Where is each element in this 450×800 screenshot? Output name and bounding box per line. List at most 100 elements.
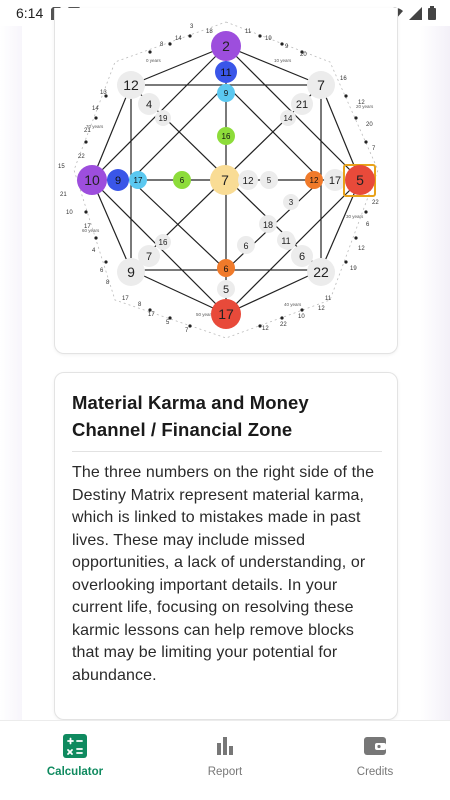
svg-text:6: 6 xyxy=(243,241,248,251)
node-top[interactable]: 2 xyxy=(211,31,241,61)
svg-text:17: 17 xyxy=(218,306,234,322)
node-bottom-mid[interactable]: 6 xyxy=(217,259,235,277)
svg-text:17: 17 xyxy=(148,312,155,318)
node-br[interactable]: 22 xyxy=(307,258,335,286)
svg-text:10: 10 xyxy=(298,314,305,320)
svg-text:6: 6 xyxy=(223,264,228,274)
nav-calculator[interactable]: Calculator xyxy=(0,721,150,800)
svg-text:4: 4 xyxy=(92,248,96,254)
svg-text:9: 9 xyxy=(285,44,289,50)
node-tl-inner[interactable]: 4 xyxy=(138,93,160,115)
info-card-body: The three numbers on the right side of t… xyxy=(72,464,375,684)
node-left[interactable]: 10 xyxy=(77,165,107,195)
node-center-right2[interactable]: 5 xyxy=(260,171,278,189)
svg-text:12: 12 xyxy=(310,176,319,185)
node-center[interactable]: 7 xyxy=(210,165,240,195)
node-bl-inner2[interactable]: 16 xyxy=(155,234,171,250)
svg-text:6: 6 xyxy=(180,176,185,185)
node-left-inner[interactable]: 9 xyxy=(107,169,129,191)
node-bottom-inner[interactable]: 5 xyxy=(217,280,235,298)
svg-text:30 years: 30 years xyxy=(346,214,364,219)
svg-text:5: 5 xyxy=(356,172,364,188)
node-tr-inner[interactable]: 21 xyxy=(291,93,313,115)
svg-text:0 years: 0 years xyxy=(146,58,162,63)
calculator-icon xyxy=(62,733,88,759)
info-card-title: Material Karma and Money Channel / Finan… xyxy=(72,392,309,440)
svg-text:16: 16 xyxy=(340,76,347,82)
info-card: Material Karma and Money Channel / Finan… xyxy=(54,372,398,720)
node-center-right1[interactable]: 12 xyxy=(238,170,258,190)
svg-text:60 years: 60 years xyxy=(82,228,100,233)
svg-text:9: 9 xyxy=(127,264,135,280)
node-love-3[interactable]: 3 xyxy=(283,194,299,210)
node-tl[interactable]: 12 xyxy=(117,71,145,99)
svg-text:18: 18 xyxy=(263,220,273,230)
node-love-18[interactable]: 18 xyxy=(259,215,277,233)
svg-text:14: 14 xyxy=(284,114,293,123)
info-card-divider xyxy=(72,451,382,452)
svg-text:10: 10 xyxy=(66,210,73,216)
node-left-mid[interactable]: 6 xyxy=(173,171,191,189)
node-bl-inner[interactable]: 7 xyxy=(138,245,160,267)
svg-text:5: 5 xyxy=(223,284,229,296)
svg-text:22: 22 xyxy=(372,200,379,206)
bottom-navigation: Calculator Report Credits xyxy=(0,720,450,800)
svg-text:22: 22 xyxy=(313,264,329,280)
svg-text:6: 6 xyxy=(100,268,104,274)
svg-text:3: 3 xyxy=(190,24,194,30)
svg-text:19: 19 xyxy=(265,36,272,42)
svg-text:17: 17 xyxy=(134,176,143,185)
svg-text:7: 7 xyxy=(317,77,325,93)
svg-text:8: 8 xyxy=(138,302,142,308)
svg-text:3: 3 xyxy=(289,198,294,207)
node-love-6[interactable]: 6 xyxy=(237,236,255,254)
svg-text:7: 7 xyxy=(185,328,189,334)
node-tl-inner2[interactable]: 19 xyxy=(155,110,171,126)
svg-text:7: 7 xyxy=(372,146,376,152)
nav-credits-label: Credits xyxy=(356,766,394,778)
node-tr-inner2[interactable]: 14 xyxy=(280,110,296,126)
svg-text:12: 12 xyxy=(358,246,365,252)
svg-text:17: 17 xyxy=(122,296,129,302)
svg-text:7: 7 xyxy=(146,251,152,263)
svg-text:19: 19 xyxy=(159,114,168,123)
svg-text:20 years: 20 years xyxy=(356,104,374,109)
svg-text:5: 5 xyxy=(267,176,272,185)
destiny-matrix-diagram: 18 3 14 8 11 19 9 20 12 20 7 22 6 12 19 10 22 12 7 5 17… xyxy=(58,21,379,339)
svg-text:10 years: 10 years xyxy=(274,58,292,63)
node-br-inner[interactable]: 6 xyxy=(291,245,313,267)
node-bottom[interactable]: 17 xyxy=(211,299,241,329)
node-left-inner2[interactable]: 17 xyxy=(129,171,147,189)
svg-text:16: 16 xyxy=(159,238,168,247)
svg-text:5: 5 xyxy=(166,320,170,326)
svg-text:20: 20 xyxy=(300,52,307,58)
node-top-inner2[interactable]: 9 xyxy=(217,84,235,102)
svg-text:21: 21 xyxy=(296,99,308,111)
svg-text:10: 10 xyxy=(84,172,100,188)
svg-text:22: 22 xyxy=(280,322,287,328)
svg-text:9: 9 xyxy=(224,89,229,98)
svg-text:20: 20 xyxy=(366,122,373,128)
nav-credits[interactable]: Credits xyxy=(300,721,450,800)
svg-text:13: 13 xyxy=(100,90,107,96)
svg-text:12: 12 xyxy=(123,77,139,93)
node-right-inner2[interactable]: 12 xyxy=(305,171,323,189)
node-right-inner[interactable]: 17 xyxy=(324,169,346,191)
svg-text:17: 17 xyxy=(329,175,341,187)
node-tr[interactable]: 7 xyxy=(307,71,335,99)
svg-text:14: 14 xyxy=(92,106,99,112)
node-top-inner[interactable]: 11 xyxy=(215,61,237,83)
nav-report[interactable]: Report xyxy=(150,721,300,800)
svg-text:12: 12 xyxy=(242,176,254,187)
bar-chart-icon xyxy=(212,733,238,759)
matrix-nodes: 12 4 19 7 21 14 9 7 16 22 6 11 3 18 6 11… xyxy=(77,31,376,329)
svg-text:21: 21 xyxy=(60,192,67,198)
svg-text:6: 6 xyxy=(366,222,370,228)
svg-text:11: 11 xyxy=(245,29,252,35)
svg-text:12: 12 xyxy=(318,306,325,312)
svg-text:8: 8 xyxy=(160,42,164,48)
node-love-11[interactable]: 11 xyxy=(277,231,295,249)
node-upper-mid[interactable]: 16 xyxy=(217,127,235,145)
svg-text:4: 4 xyxy=(146,99,152,111)
svg-text:11: 11 xyxy=(220,67,231,79)
